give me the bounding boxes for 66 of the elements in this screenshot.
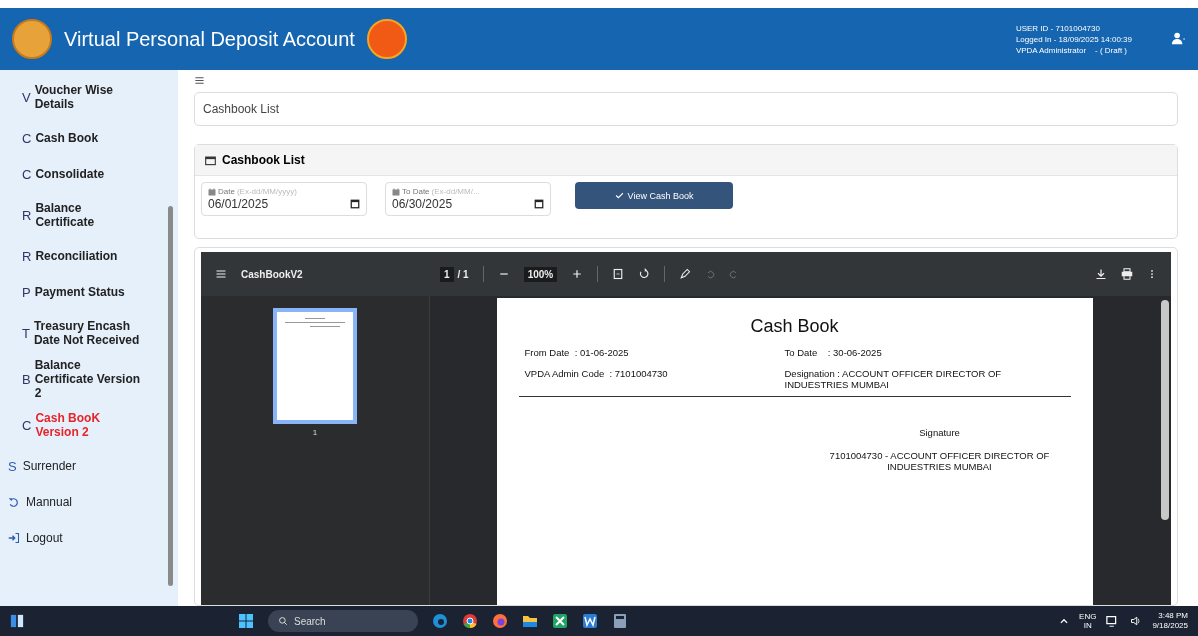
chrome-icon[interactable] [462, 613, 478, 629]
sidebar-item[interactable]: Voucher Wise Details [34, 83, 143, 111]
sidebar-item[interactable]: Logout [0, 520, 166, 556]
page-number-field[interactable]: 1 [439, 266, 454, 282]
word-icon[interactable] [582, 613, 598, 629]
app-icon[interactable] [10, 614, 24, 628]
sidebar-item[interactable]: Reconciliation [35, 249, 118, 263]
sidebar-item[interactable]: Cash BooK Version 2 [35, 411, 144, 439]
page-total: / 1 [457, 268, 469, 280]
language-indicator[interactable]: ENG IN [1079, 612, 1097, 630]
page-title: Cash Book [749, 316, 840, 337]
signature-label: Signature [919, 427, 960, 438]
user-icon[interactable] [1170, 32, 1186, 46]
folder-icon[interactable] [522, 613, 538, 629]
admin-code-text: VPDA Admin Code : 7101004730 [524, 368, 669, 381]
print-icon[interactable] [1121, 268, 1133, 280]
vpda-logo [366, 19, 407, 59]
search-field[interactable]: Search [268, 610, 418, 632]
sidebar-item[interactable]: Consolidate [35, 167, 105, 181]
document-title: CashBookV2 [241, 268, 303, 280]
emblem-logo [12, 19, 52, 59]
thumbnail-label: 1 [312, 428, 318, 437]
designation-text: Designation : ACCOUNT OFFICER DIRECTOR OF INDUESTRIES MUMBAI [784, 368, 1003, 390]
user-info-text: VPDA Administrator - ( Draft ) [1015, 44, 1129, 56]
scrollbar-thumb[interactable] [1161, 300, 1169, 520]
spreadsheet-icon[interactable] [552, 613, 568, 629]
app-title: Virtual Personal Deposit Account [63, 27, 356, 51]
sidebar-item[interactable]: Cash Book [35, 131, 99, 145]
card-title: Cashbook List [222, 153, 305, 167]
sidebar-item[interactable]: Treasury Encash Date Not Received [33, 319, 142, 347]
table-icon [205, 154, 216, 166]
check-icon [614, 191, 624, 200]
date-field[interactable]: Date (Ex-dd/MM/yyyy) 06/01/2025 [201, 182, 367, 216]
scrollbar-thumb[interactable] [167, 206, 173, 586]
sidebar-item[interactable]: S Surrender [0, 448, 166, 484]
sidebar-item[interactable]: Balance Certificate Version 2 [34, 358, 143, 400]
undo-icon [8, 496, 20, 508]
breadcrumb: Cashbook List [194, 92, 1178, 126]
download-icon[interactable] [1095, 268, 1107, 280]
sidebar-item[interactable]: Mannual [0, 484, 166, 520]
rotate-icon[interactable] [638, 268, 651, 280]
pen-icon[interactable] [679, 268, 692, 280]
signatory-text: 7101004730 - ACCOUNT OFFICER DIRECTOR OF INDUESTRIES MUMBAI [828, 450, 1051, 472]
to-date-text: To Date : 30-06-2025 [784, 347, 883, 358]
view-cash-book-button[interactable]: View Cash Book [575, 182, 733, 209]
search-icon [278, 616, 288, 626]
sidebar-item[interactable]: Balance Certificate [35, 201, 144, 229]
chevron-up-icon[interactable] [1059, 616, 1070, 626]
firefox-icon[interactable] [492, 613, 508, 629]
calendar-icon [392, 187, 400, 196]
calendar-icon[interactable] [350, 199, 360, 209]
fit-page-icon[interactable] [612, 268, 625, 280]
sidebar-item[interactable]: Payment Status [34, 285, 125, 299]
zoom-field[interactable]: 100% [523, 266, 558, 282]
date-field[interactable]: To Date (Ex-dd/MM/... 06/30/2025 [385, 182, 551, 216]
calendar-icon[interactable] [534, 199, 544, 209]
page-thumbnail[interactable] [273, 308, 357, 424]
logout-icon [8, 532, 20, 544]
user-info-text: Logged In - 18/09/2025 14:00:39 [1015, 33, 1132, 45]
calendar-icon [208, 187, 216, 196]
zoom-in-icon[interactable] [571, 268, 584, 280]
from-date-text: From Date : 01-06-2025 [524, 347, 630, 358]
clock[interactable]: 3:48 PM 9/18/2025 [1152, 611, 1188, 631]
windows-icon[interactable] [238, 613, 254, 629]
calculator-icon[interactable] [612, 613, 628, 629]
user-info-text: USER ID - 7101004730 [1015, 22, 1101, 34]
